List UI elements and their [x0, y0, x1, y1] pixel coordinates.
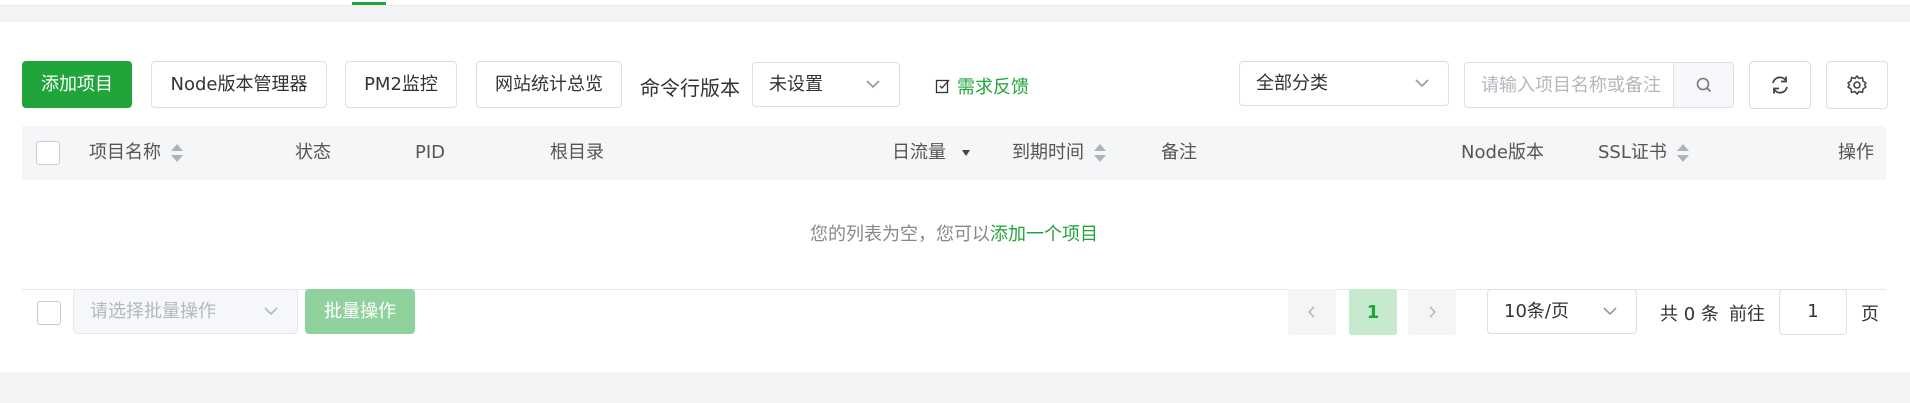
- header-expire[interactable]: 到期时间: [1012, 126, 1106, 180]
- refresh-button[interactable]: [1749, 61, 1811, 109]
- active-tab-indicator: [352, 2, 386, 5]
- batch-action-select[interactable]: 请选择批量操作: [73, 289, 298, 334]
- header-name[interactable]: 项目名称: [89, 126, 183, 180]
- page-unit: 页: [1861, 304, 1879, 325]
- header-name-label: 项目名称: [89, 142, 161, 163]
- next-page-button[interactable]: [1408, 289, 1456, 335]
- search-icon: [1696, 77, 1711, 93]
- search-input[interactable]: [1465, 63, 1675, 107]
- goto-label: 前往: [1729, 304, 1765, 325]
- header-ssl-label: SSL证书: [1598, 142, 1667, 163]
- chevron-down-icon: [1415, 79, 1429, 88]
- header-status: 状态: [295, 126, 331, 180]
- chevron-right-icon: [1429, 306, 1437, 318]
- site-stats-button[interactable]: 网站统计总览: [476, 61, 622, 108]
- header-actions-label: 操作: [1838, 142, 1874, 163]
- feedback-link[interactable]: 需求反馈: [935, 73, 1029, 99]
- batch-action-button[interactable]: 批量操作: [305, 289, 415, 334]
- page-size-select[interactable]: 10条/页: [1487, 289, 1637, 334]
- page-size-value: 10条/页: [1504, 301, 1569, 322]
- bottom-background: [0, 372, 1910, 403]
- header-node-version-label: Node版本: [1461, 142, 1544, 163]
- category-select[interactable]: 全部分类: [1239, 61, 1449, 106]
- category-value: 全部分类: [1256, 73, 1328, 94]
- header-root: 根目录: [550, 126, 604, 180]
- add-project-button[interactable]: 添加项目: [22, 61, 132, 108]
- chevron-down-icon: [866, 80, 880, 89]
- search-button[interactable]: [1673, 63, 1733, 107]
- refresh-icon: [1772, 76, 1788, 94]
- settings-button[interactable]: [1826, 61, 1888, 109]
- sort-icon: [1094, 143, 1106, 163]
- empty-state: 您的列表为空，您可以添加一个项目: [22, 180, 1886, 290]
- goto-page-input[interactable]: 1: [1779, 289, 1847, 335]
- header-pid-label: PID: [415, 142, 446, 163]
- header-remark: 备注: [1161, 126, 1197, 180]
- pm2-monitor-button[interactable]: PM2监控: [345, 61, 457, 108]
- cli-version-select[interactable]: 未设置: [752, 62, 900, 107]
- project-panel: 添加项目 Node版本管理器 PM2监控 网站统计总览 命令行版本 未设置 需求…: [0, 22, 1910, 372]
- chevron-left-icon: [1307, 306, 1315, 318]
- chevron-down-icon: [1603, 307, 1617, 316]
- cli-version-label: 命令行版本: [640, 76, 740, 100]
- batch-action-placeholder: 请选择批量操作: [90, 301, 216, 322]
- sort-icon: [171, 143, 183, 163]
- header-remark-label: 备注: [1161, 142, 1197, 163]
- footer-select-all-checkbox[interactable]: [37, 301, 61, 325]
- table-header: 项目名称 状态 PID 根目录 日流量 到期时间 备注 Node版本 SSL证书…: [22, 126, 1886, 180]
- feedback-label: 需求反馈: [957, 77, 1029, 98]
- header-actions: 操作: [1838, 126, 1874, 180]
- top-strip: [0, 0, 1910, 6]
- select-all-checkbox[interactable]: [36, 141, 60, 165]
- header-expire-label: 到期时间: [1012, 142, 1084, 163]
- total-count: 共 0 条: [1660, 304, 1719, 325]
- header-node-version: Node版本: [1461, 126, 1544, 180]
- caret-down-icon: [962, 150, 970, 156]
- empty-text: 您的列表为空，您可以: [810, 224, 990, 245]
- page-button[interactable]: 1: [1349, 289, 1397, 335]
- header-ssl[interactable]: SSL证书: [1598, 126, 1689, 180]
- prev-page-button[interactable]: [1288, 289, 1336, 335]
- header-status-label: 状态: [295, 142, 331, 163]
- edit-icon: [935, 79, 950, 94]
- sort-icon: [1676, 143, 1689, 163]
- gear-icon: [1847, 75, 1867, 95]
- search-box: [1464, 62, 1734, 108]
- cli-version-value: 未设置: [769, 74, 823, 95]
- chevron-down-icon: [264, 307, 278, 316]
- add-project-link[interactable]: 添加一个项目: [990, 224, 1098, 245]
- header-traffic-label: 日流量: [892, 142, 946, 163]
- header-root-label: 根目录: [550, 142, 604, 163]
- node-version-manager-button[interactable]: Node版本管理器: [151, 61, 327, 108]
- header-pid: PID: [415, 126, 445, 180]
- header-traffic[interactable]: 日流量: [892, 126, 970, 180]
